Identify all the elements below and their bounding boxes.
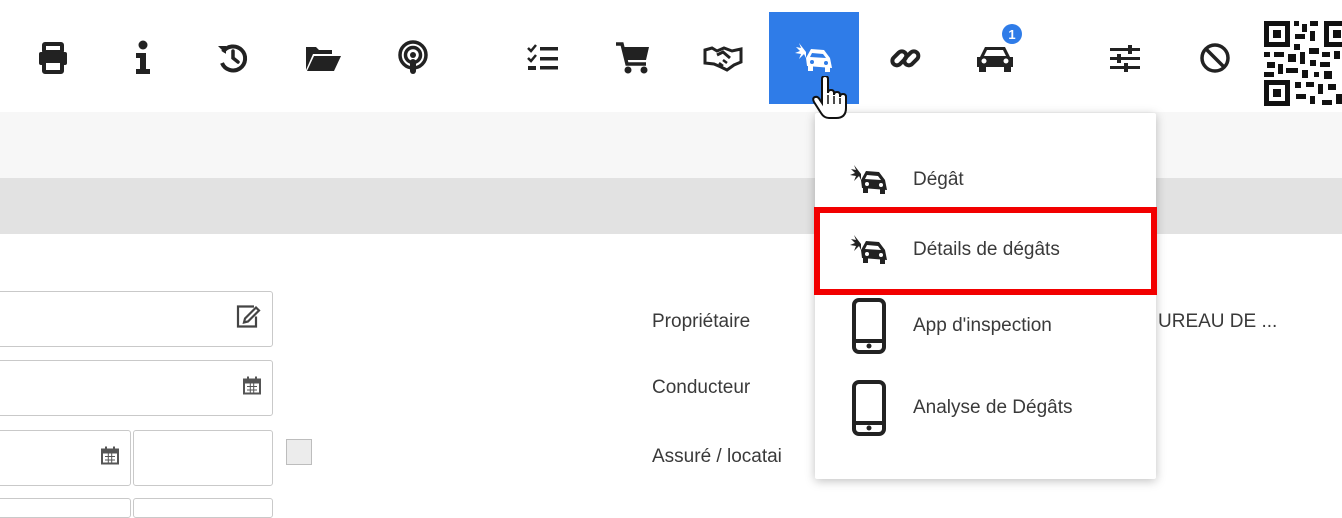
qr-code-button[interactable]: [1262, 18, 1342, 110]
text-field-3[interactable]: [133, 498, 273, 518]
info-icon: [133, 40, 153, 76]
link-button[interactable]: [860, 12, 950, 104]
driver-label: Conducteur: [652, 377, 751, 398]
hand-cursor-icon: [812, 74, 848, 125]
folder-button[interactable]: [278, 12, 368, 104]
handshake-button[interactable]: [678, 12, 768, 104]
handshake-icon: [703, 43, 743, 73]
menu-item-label: Analyse de Dégâts: [913, 397, 1073, 418]
print-icon: [36, 41, 70, 75]
history-icon: [216, 41, 250, 75]
damage-dropdown-menu: Dégât Détails de dégâts App d'inspection: [815, 113, 1156, 479]
checkbox[interactable]: [286, 439, 312, 465]
text-field-2[interactable]: [0, 498, 131, 518]
podcast-button[interactable]: [368, 12, 458, 104]
notification-badge: 1: [1002, 24, 1022, 44]
mobile-phone-icon: [837, 298, 901, 354]
qr-code-icon: [1262, 18, 1342, 110]
toolbar: 1: [0, 0, 1342, 112]
print-button[interactable]: [8, 12, 98, 104]
task-list-icon: [526, 43, 560, 73]
car-crash-icon: [794, 41, 834, 75]
date-field-1[interactable]: [0, 360, 273, 416]
cart-button[interactable]: [588, 12, 678, 104]
text-field-1[interactable]: [0, 291, 273, 347]
owner-label: Propriétaire: [652, 311, 751, 332]
link-icon: [889, 42, 921, 74]
podcast-icon: [396, 40, 430, 76]
car-icon: [975, 43, 1015, 73]
mobile-phone-icon: [837, 380, 901, 436]
history-button[interactable]: [188, 12, 278, 104]
menu-item-details-degats[interactable]: Détails de dégâts: [815, 215, 1156, 285]
menu-item-degat[interactable]: Dégât: [815, 145, 1156, 215]
folder-open-icon: [304, 43, 342, 73]
calendar-icon[interactable]: [100, 446, 120, 471]
owner-value: UREAU DE ...: [1158, 311, 1278, 332]
ban-icon: [1199, 42, 1231, 74]
time-field[interactable]: [133, 430, 273, 486]
info-button[interactable]: [98, 12, 188, 104]
car-crash-icon: [837, 163, 901, 197]
vehicle-button[interactable]: 1: [950, 12, 1040, 104]
edit-icon[interactable]: [234, 303, 262, 336]
calendar-icon[interactable]: [242, 376, 262, 401]
menu-item-label: Dégât: [913, 169, 964, 190]
menu-item-label: Détails de dégâts: [913, 239, 1060, 260]
car-crash-icon: [837, 233, 901, 267]
task-list-button[interactable]: [498, 12, 588, 104]
settings-button[interactable]: [1080, 12, 1170, 104]
date-field-2[interactable]: [0, 430, 131, 486]
menu-item-app-inspection[interactable]: App d'inspection: [815, 291, 1156, 361]
menu-item-analyse-degats[interactable]: Analyse de Dégâts: [815, 373, 1156, 443]
cancel-button[interactable]: [1170, 12, 1260, 104]
insured-label: Assuré / locatai: [652, 446, 782, 467]
menu-item-label: App d'inspection: [913, 315, 1052, 336]
cart-icon: [615, 41, 651, 75]
sliders-icon: [1109, 44, 1141, 72]
